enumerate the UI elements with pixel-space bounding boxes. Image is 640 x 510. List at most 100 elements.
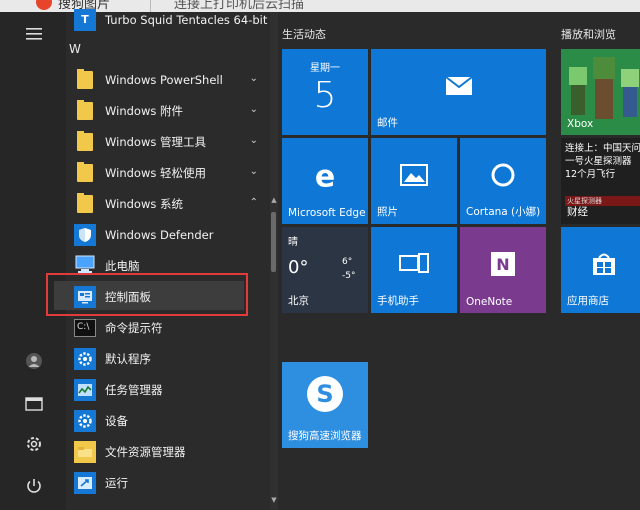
- svg-text:N: N: [496, 255, 509, 274]
- scroll-down-icon[interactable]: ▼: [270, 496, 278, 504]
- tile-label: 北京: [288, 295, 309, 307]
- cmd-icon: C:\: [74, 318, 96, 337]
- news-headline: 连接上：中国天问一号火星探测器12个月飞行: [565, 143, 640, 180]
- scrollbar-thumb[interactable]: [271, 212, 276, 272]
- phone-icon: [399, 252, 429, 280]
- folder-label: Windows 管理工具: [105, 134, 206, 149]
- tile-label: 邮件: [377, 117, 398, 129]
- store-icon: [591, 251, 617, 281]
- tile-label: 手机助手: [377, 295, 419, 307]
- hamburger-icon[interactable]: [20, 20, 48, 48]
- folder-windows-system[interactable]: Windows 系统 ⌃: [66, 188, 266, 219]
- tile-label: Microsoft Edge: [288, 207, 366, 219]
- app-label: 此电脑: [105, 258, 140, 273]
- tile-cortana[interactable]: Cortana (小娜): [460, 138, 546, 224]
- folder-label: Windows 系统: [105, 196, 183, 211]
- folder-icon: [77, 99, 93, 120]
- mail-icon: [444, 75, 473, 100]
- tile-label: 照片: [377, 206, 398, 218]
- edge-icon: e: [314, 159, 336, 195]
- chevron-down-icon: ⌄: [249, 73, 258, 84]
- letter-header-w[interactable]: W: [69, 42, 81, 56]
- folder-icon: [77, 161, 93, 182]
- app-list-scrollbar[interactable]: ▲ ▼: [270, 12, 278, 510]
- folder-icon: [74, 440, 96, 463]
- tile-label: 财经: [567, 206, 588, 218]
- cortana-icon: [489, 161, 517, 193]
- scroll-up-icon[interactable]: ▲: [270, 196, 278, 204]
- settings-icon[interactable]: [20, 430, 48, 458]
- calendar-weekday: 星期一: [310, 63, 340, 74]
- app-devices[interactable]: 设备: [66, 405, 266, 436]
- photos-icon: [400, 163, 428, 190]
- app-label: 运行: [105, 475, 128, 490]
- tile-news[interactable]: 连接上：中国天问一号火星探测器12个月飞行 火星探测器 财经: [561, 138, 640, 224]
- chevron-down-icon: ⌄: [249, 166, 258, 177]
- folder-powershell[interactable]: Windows PowerShell ⌄: [66, 64, 266, 95]
- app-label: 命令提示符: [105, 320, 163, 335]
- user-icon[interactable]: [20, 347, 48, 375]
- folder-label: Windows 轻松使用: [105, 165, 206, 180]
- folder-admin-tools[interactable]: Windows 管理工具 ⌄: [66, 126, 266, 157]
- app-label: Turbo Squid Tentacles 64-bit: [105, 12, 268, 27]
- chevron-down-icon: ⌄: [249, 104, 258, 115]
- tile-calendar[interactable]: 星期一 5: [282, 49, 368, 135]
- weather-high: 6°: [342, 257, 353, 267]
- onenote-icon: N: [490, 251, 516, 281]
- tile-label: Xbox: [567, 118, 594, 130]
- app-task-manager[interactable]: 任务管理器: [66, 374, 266, 405]
- folder-icon: [77, 68, 93, 89]
- sogou-browser-icon: S: [305, 374, 345, 418]
- start-left-rail: [0, 12, 66, 510]
- app-icon: T: [74, 8, 96, 31]
- tile-store[interactable]: 应用商店: [561, 227, 640, 313]
- explorer-icon[interactable]: [20, 390, 48, 418]
- sogou-logo-icon: [36, 0, 52, 10]
- app-turbo-squid[interactable]: T Turbo Squid Tentacles 64-bit: [66, 4, 268, 35]
- tile-photos[interactable]: 照片: [371, 138, 457, 224]
- app-label: 设备: [105, 413, 128, 428]
- app-windows-defender[interactable]: Windows Defender: [66, 219, 266, 250]
- tile-onenote[interactable]: N OneNote: [460, 227, 546, 313]
- tile-label: OneNote: [466, 296, 513, 308]
- app-label: 任务管理器: [105, 382, 163, 397]
- tile-label: 应用商店: [567, 295, 609, 307]
- tile-edge[interactable]: e Microsoft Edge: [282, 138, 368, 224]
- group-title-play[interactable]: 播放和浏览: [561, 26, 616, 42]
- app-default-programs[interactable]: 默认程序: [66, 343, 266, 374]
- weather-low: -5°: [342, 271, 356, 281]
- tile-label: Cortana (小娜): [466, 206, 541, 218]
- weather-condition: 晴: [288, 237, 298, 248]
- folder-accessories[interactable]: Windows 附件 ⌄: [66, 95, 266, 126]
- tile-weather[interactable]: 晴 0° 6° -5° 北京: [282, 227, 368, 313]
- app-label: 默认程序: [105, 351, 151, 366]
- folder-ease-of-access[interactable]: Windows 轻松使用 ⌄: [66, 157, 266, 188]
- tiles-panel: 生活动态 播放和浏览 星期一 5 邮件 Xbox e Microsoft Edg…: [278, 12, 640, 510]
- group-title-life[interactable]: 生活动态: [282, 26, 326, 42]
- tile-mail[interactable]: 邮件: [371, 49, 546, 135]
- calendar-date: 5: [313, 75, 337, 116]
- app-label: 文件资源管理器: [105, 444, 186, 459]
- gear-icon: [74, 409, 96, 432]
- svg-text:S: S: [316, 380, 333, 408]
- app-file-explorer[interactable]: 文件资源管理器: [66, 436, 266, 467]
- folder-label: Windows 附件: [105, 103, 183, 118]
- gear-icon: [74, 347, 96, 370]
- power-icon[interactable]: [20, 472, 48, 500]
- folder-icon: [77, 130, 93, 151]
- tile-xbox[interactable]: Xbox: [561, 49, 640, 135]
- app-list: T Turbo Squid Tentacles 64-bit W Windows…: [54, 8, 272, 510]
- folder-label: Windows PowerShell: [105, 72, 223, 87]
- app-label: Windows Defender: [105, 227, 214, 242]
- tile-label: 搜狗高速浏览器: [288, 430, 362, 442]
- chevron-down-icon: ⌄: [249, 135, 258, 146]
- chevron-up-icon: ⌃: [249, 197, 258, 208]
- app-command-prompt[interactable]: C:\ 命令提示符: [66, 312, 266, 343]
- task-manager-icon: [74, 378, 96, 401]
- shield-icon: [74, 223, 96, 246]
- app-run[interactable]: 运行: [66, 467, 266, 498]
- tile-sogou-browser[interactable]: S 搜狗高速浏览器: [282, 362, 368, 448]
- folder-icon: [77, 192, 93, 213]
- highlight-box: [46, 273, 248, 316]
- tile-phone-companion[interactable]: 手机助手: [371, 227, 457, 313]
